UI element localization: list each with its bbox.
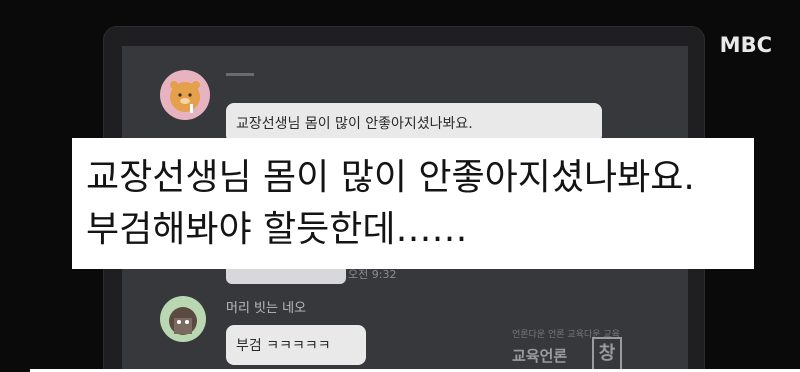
chat-bubble-message-2: 부검 ㅋㅋㅋㅋㅋ: [226, 325, 366, 365]
chat-bubble-message-1: 교장선생님 몸이 많이 안좋아지셨나봐요.: [226, 103, 602, 143]
video-frame: MBC 교장선생님 몸이 많이 안좋아지셨나봐요. 오전 9:32 머리 빗는 …: [0, 0, 800, 372]
sender-name: 머리 빗는 네오: [226, 301, 307, 316]
message-text: 부검 ㅋㅋㅋㅋㅋ: [236, 338, 331, 354]
message-text: 교장선생님 몸이 많이 안좋아지셨나봐요.: [236, 116, 473, 132]
cat-icon: [169, 307, 197, 335]
bear-icon: [170, 81, 200, 113]
sender-name-placeholder: [226, 73, 254, 76]
caption-line-2: 부검해봐야 할듯한데……: [86, 209, 468, 250]
watermark-logo-box: 창: [592, 337, 622, 371]
caption-line-1: 교장선생님 몸이 많이 안좋아지셨나봐요.: [86, 157, 695, 198]
profile-avatar-ryan[interactable]: [160, 70, 210, 120]
profile-avatar-neo[interactable]: [160, 296, 206, 342]
subtitle-caption: 교장선생님 몸이 많이 안좋아지셨나봐요. 부검해봐야 할듯한데……: [72, 138, 754, 269]
broadcaster-logo: MBC: [719, 33, 772, 57]
watermark-title: 교육언론: [512, 347, 568, 365]
